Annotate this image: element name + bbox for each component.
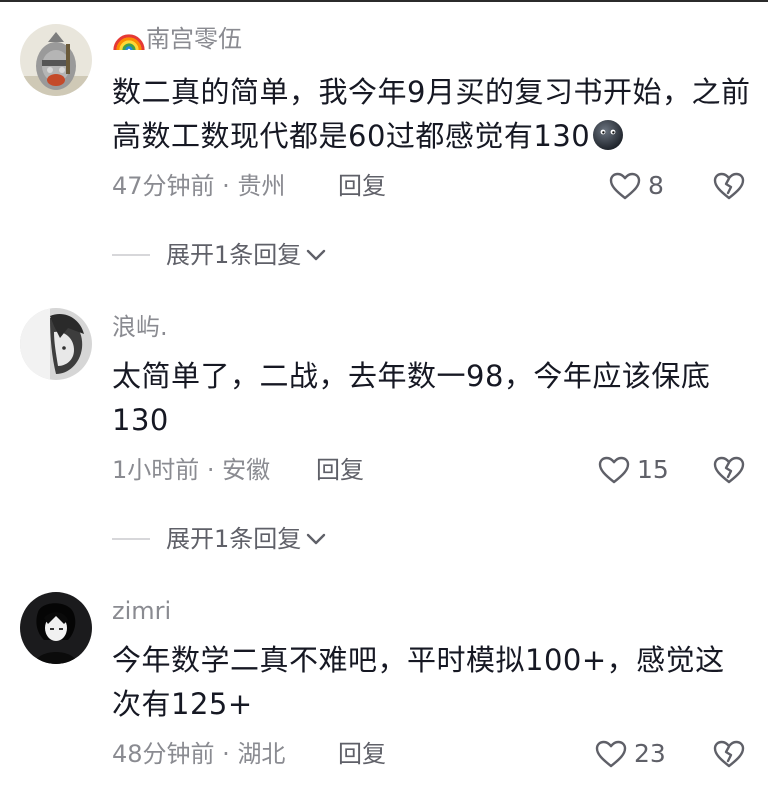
comment-meta: 47分钟前 · 贵州: [112, 172, 286, 200]
heart-outline-icon: [598, 456, 630, 484]
like-button[interactable]: 8: [608, 169, 664, 203]
heart-outline-icon: [595, 740, 627, 768]
like-button[interactable]: 23: [594, 737, 666, 771]
comment-text: 今年数学二真不难吧，平时模拟100+，感觉这次有125+: [112, 643, 725, 721]
chevron-down-icon: [307, 533, 326, 545]
dark-anime-avatar-icon: [20, 592, 92, 664]
comment-text: 数二真的简单，我今年9月买的复习书开始，之前高数工数现代都是60过都感觉有130: [112, 75, 751, 153]
dislike-button[interactable]: [712, 737, 746, 771]
broken-heart-icon: [713, 456, 745, 484]
knight-avatar-icon: [20, 24, 92, 96]
username-text: 南宫零伍: [146, 25, 242, 53]
location: 安徽: [222, 456, 271, 484]
reply-button[interactable]: 回复: [338, 169, 386, 203]
timestamp: 48分钟前: [112, 740, 215, 768]
timestamp: 47分钟前: [112, 172, 215, 200]
rainbow-icon: [112, 24, 146, 54]
username[interactable]: 浪屿.: [112, 312, 168, 342]
timestamp: 1小时前: [112, 456, 200, 484]
reply-button[interactable]: 回复: [316, 453, 364, 487]
expand-replies-button[interactable]: 展开1条回复: [112, 522, 327, 556]
like-count: 15: [637, 455, 669, 484]
avatar[interactable]: [20, 592, 92, 664]
dislike-button[interactable]: [712, 169, 746, 203]
heart-outline-icon: [609, 172, 641, 200]
top-divider: [0, 0, 768, 2]
chevron-down-icon: [307, 249, 326, 261]
broken-heart-icon: [713, 740, 745, 768]
dark-ball-emoji-icon: [592, 119, 624, 151]
divider-dash: [112, 538, 150, 540]
like-button[interactable]: 15: [597, 453, 669, 487]
dislike-button[interactable]: [712, 453, 746, 487]
divider-dash: [112, 254, 150, 256]
like-count: 8: [648, 171, 664, 200]
reply-button[interactable]: 回复: [338, 737, 386, 771]
comment-text: 太简单了，二战，去年数一98，今年应该保底130: [112, 359, 711, 437]
username[interactable]: zimri: [112, 596, 171, 626]
monochrome-anime-avatar-icon: [20, 308, 92, 380]
location: 贵州: [237, 172, 286, 200]
comment-meta: 1小时前 · 安徽: [112, 456, 271, 484]
broken-heart-icon: [713, 172, 745, 200]
comment-meta: 48分钟前 · 湖北: [112, 740, 286, 768]
location: 湖北: [237, 740, 286, 768]
avatar[interactable]: [20, 24, 92, 96]
avatar[interactable]: [20, 308, 92, 380]
expand-replies-button[interactable]: 展开1条回复: [112, 238, 327, 272]
username[interactable]: 南宫零伍: [112, 24, 242, 54]
like-count: 23: [634, 739, 666, 768]
